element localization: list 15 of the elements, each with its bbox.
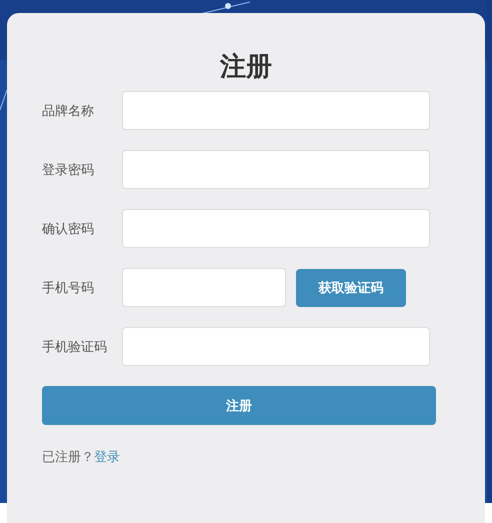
field-label: 品牌名称 bbox=[42, 102, 95, 120]
field-label: 确认密码 bbox=[42, 220, 95, 238]
already-registered-text: 已注册？ bbox=[42, 448, 94, 466]
login-link[interactable]: 登录 bbox=[94, 447, 120, 466]
input-field[interactable] bbox=[122, 209, 430, 248]
input-field[interactable] bbox=[122, 91, 430, 130]
register-button[interactable]: 注册 bbox=[42, 386, 436, 425]
field-label: 手机号码 bbox=[42, 278, 95, 297]
input-field[interactable] bbox=[122, 327, 430, 366]
field-label: 登录密码 bbox=[42, 160, 95, 179]
get-code-button[interactable]: 获取验证码 bbox=[296, 268, 406, 306]
form-title: 注册 bbox=[218, 50, 273, 83]
input-field[interactable] bbox=[122, 150, 430, 189]
input-field[interactable] bbox=[122, 268, 286, 307]
field-label: 手机验证码 bbox=[42, 338, 108, 356]
